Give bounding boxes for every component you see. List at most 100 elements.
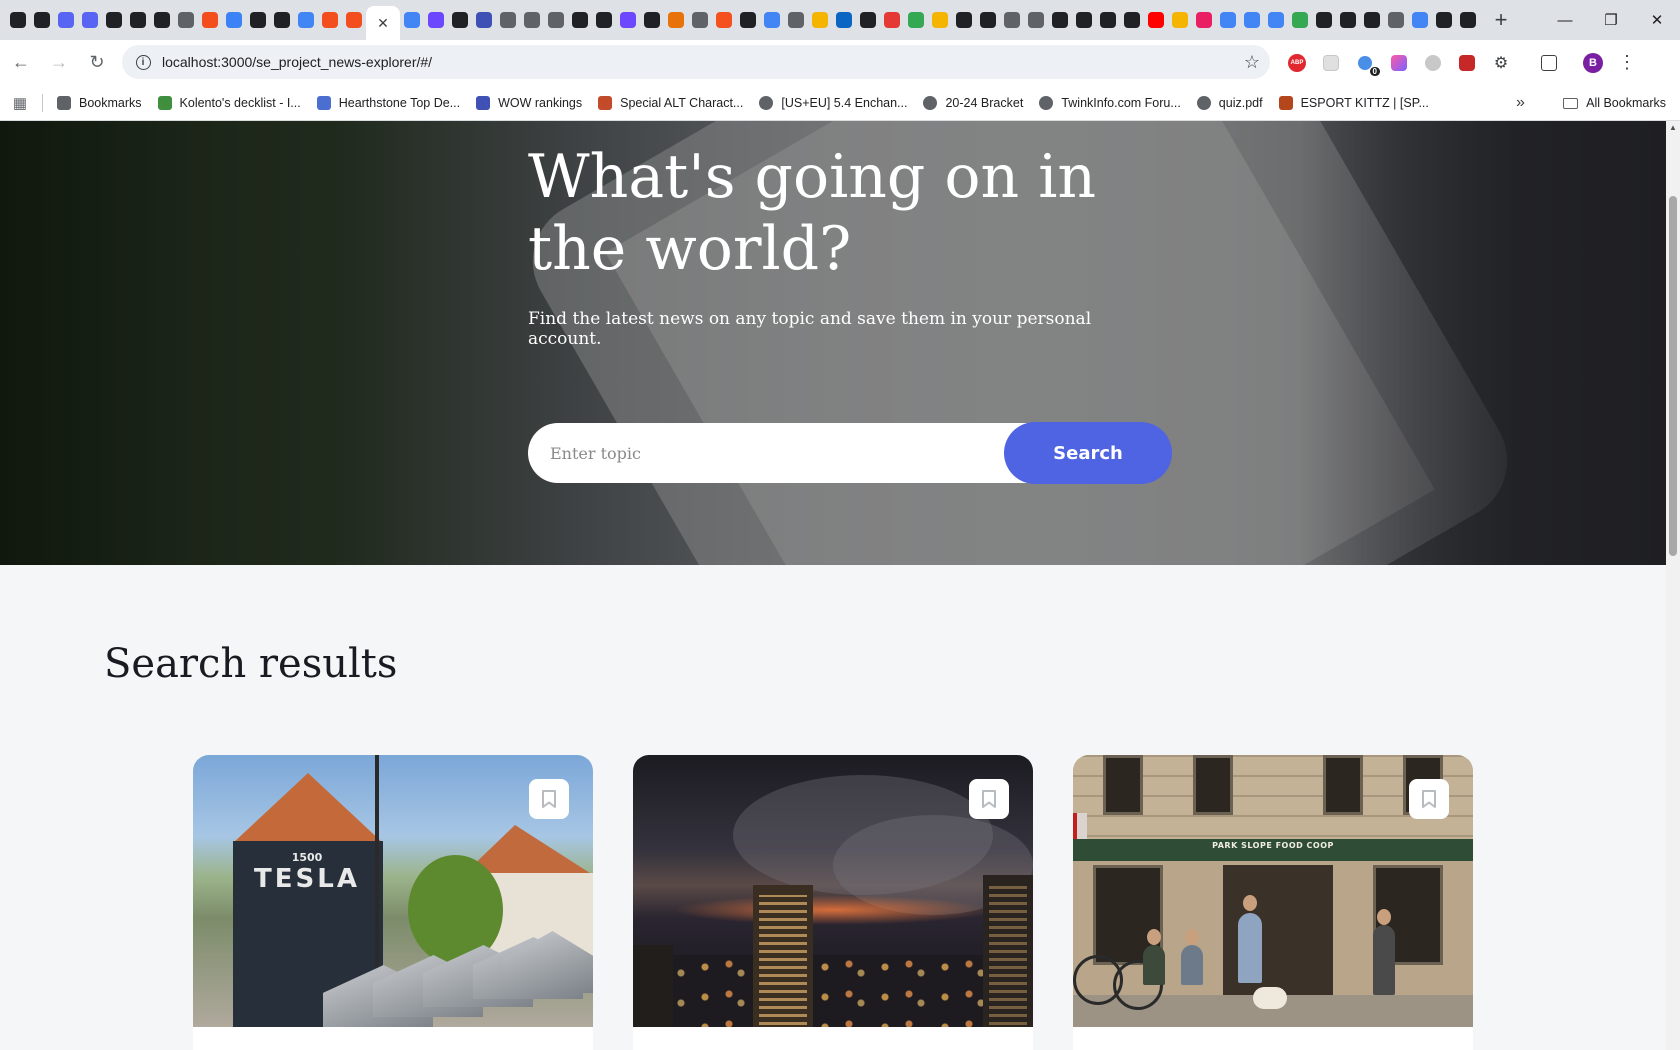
browser-tab[interactable] (1144, 0, 1168, 40)
browser-tab[interactable] (760, 0, 784, 40)
bookmark-item[interactable]: quiz.pdf (1189, 89, 1271, 117)
forward-button[interactable]: → (42, 46, 76, 80)
browser-tab[interactable] (1456, 0, 1480, 40)
browser-tab[interactable] (1432, 0, 1456, 40)
browser-tab[interactable] (640, 0, 664, 40)
scroll-thumb[interactable] (1669, 196, 1677, 556)
browser-tab[interactable] (318, 0, 342, 40)
more-bookmarks-chevron-icon[interactable]: » (1516, 85, 1525, 121)
extension-icon[interactable] (1314, 46, 1348, 80)
browser-tab[interactable] (808, 0, 832, 40)
extension-icon[interactable] (1450, 46, 1484, 80)
browser-tab[interactable] (174, 0, 198, 40)
browser-tab[interactable] (1288, 0, 1312, 40)
browser-tab[interactable] (832, 0, 856, 40)
browser-tab[interactable] (78, 0, 102, 40)
apps-grid-icon[interactable]: ▦ (0, 85, 40, 121)
profile-avatar[interactable]: B (1576, 46, 1610, 80)
news-card[interactable]: 1500 TESLA (193, 755, 593, 1050)
bookmark-button[interactable] (1409, 779, 1449, 819)
bookmark-item[interactable]: Special ALT Charact... (590, 89, 751, 117)
browser-tab[interactable] (1072, 0, 1096, 40)
reload-button[interactable]: ↻ (80, 46, 114, 80)
browser-tab[interactable] (496, 0, 520, 40)
browser-tab[interactable] (1264, 0, 1288, 40)
bookmark-item[interactable]: WOW rankings (468, 89, 590, 117)
bookmark-button[interactable] (969, 779, 1009, 819)
browser-tab[interactable] (928, 0, 952, 40)
browser-tab[interactable] (1096, 0, 1120, 40)
all-bookmarks-folder[interactable]: All Bookmarks (1563, 85, 1666, 121)
url-text[interactable]: localhost:3000/se_project_news-explorer/… (162, 54, 432, 70)
browser-tab[interactable] (976, 0, 1000, 40)
browser-tab[interactable] (1000, 0, 1024, 40)
browser-tab[interactable] (1360, 0, 1384, 40)
browser-tab[interactable] (1384, 0, 1408, 40)
bookmark-item[interactable]: Bookmarks (49, 89, 150, 117)
search-button[interactable]: Search (1004, 422, 1172, 484)
active-tab[interactable]: ✕ (366, 6, 400, 40)
page-scrollbar[interactable]: ▲ (1666, 121, 1680, 1050)
back-button[interactable]: ← (4, 46, 38, 80)
browser-tab[interactable] (424, 0, 448, 40)
browser-tab[interactable] (616, 0, 640, 40)
bookmark-item[interactable]: TwinkInfo.com Foru... (1031, 89, 1188, 117)
close-window-button[interactable]: ✕ (1634, 0, 1680, 40)
browser-tab[interactable] (1216, 0, 1240, 40)
browser-tab[interactable] (1120, 0, 1144, 40)
browser-tab[interactable] (448, 0, 472, 40)
browser-tab[interactable] (102, 0, 126, 40)
search-input[interactable] (528, 423, 1028, 483)
browser-tab[interactable] (520, 0, 544, 40)
browser-tab[interactable] (592, 0, 616, 40)
bookmark-button[interactable] (529, 779, 569, 819)
browser-tab[interactable] (222, 0, 246, 40)
tab-close-icon[interactable]: ✕ (377, 15, 389, 32)
bookmark-star-icon[interactable]: ☆ (1244, 45, 1260, 79)
browser-tab[interactable] (1168, 0, 1192, 40)
browser-tab[interactable] (1240, 0, 1264, 40)
browser-tab[interactable] (568, 0, 592, 40)
browser-tab[interactable] (1336, 0, 1360, 40)
minimize-button[interactable]: — (1542, 0, 1588, 40)
browser-tab[interactable] (904, 0, 928, 40)
browser-tab[interactable] (150, 0, 174, 40)
bookmark-item[interactable]: [US+EU] 5.4 Enchan... (751, 89, 915, 117)
tab-search-icon[interactable] (1532, 46, 1566, 80)
news-card[interactable] (633, 755, 1033, 1050)
browser-tab[interactable] (400, 0, 424, 40)
bookmark-item[interactable]: Hearthstone Top De... (309, 89, 468, 117)
bookmark-item[interactable]: ESPORT KITTZ | [SP... (1271, 89, 1437, 117)
browser-tab[interactable] (294, 0, 318, 40)
bookmark-item[interactable]: Kolento's decklist - I... (150, 89, 309, 117)
browser-tab[interactable] (246, 0, 270, 40)
site-info-icon[interactable]: i (126, 45, 160, 79)
browser-tab[interactable] (736, 0, 760, 40)
extension-icon[interactable] (1416, 46, 1450, 80)
news-card[interactable]: PARK SLOPE FOOD COOP (1073, 755, 1473, 1050)
browser-tab[interactable] (1048, 0, 1072, 40)
address-bar[interactable]: i localhost:3000/se_project_news-explore… (122, 45, 1270, 79)
adblock-extension-icon[interactable]: ABP (1280, 46, 1314, 80)
browser-tab[interactable] (1192, 0, 1216, 40)
scroll-up-arrow-icon[interactable]: ▲ (1669, 123, 1677, 132)
browser-tab[interactable] (856, 0, 880, 40)
color-extension-icon[interactable] (1382, 46, 1416, 80)
browser-tab[interactable] (30, 0, 54, 40)
browser-tab[interactable] (6, 0, 30, 40)
extensions-puzzle-icon[interactable]: ⚙ (1484, 46, 1518, 80)
browser-tab[interactable] (198, 0, 222, 40)
browser-tab[interactable] (952, 0, 976, 40)
browser-tab[interactable] (54, 0, 78, 40)
browser-tab[interactable] (270, 0, 294, 40)
browser-tab[interactable] (126, 0, 150, 40)
browser-tab[interactable] (342, 0, 366, 40)
extension-badge-icon[interactable]: 0 (1348, 46, 1382, 80)
browser-tab[interactable] (1408, 0, 1432, 40)
restore-button[interactable]: ❐ (1588, 0, 1634, 40)
browser-tab[interactable] (664, 0, 688, 40)
new-tab-button[interactable]: + (1486, 5, 1516, 35)
browser-tab[interactable] (1024, 0, 1048, 40)
bookmark-item[interactable]: 20-24 Bracket (915, 89, 1031, 117)
browser-tab[interactable] (784, 0, 808, 40)
